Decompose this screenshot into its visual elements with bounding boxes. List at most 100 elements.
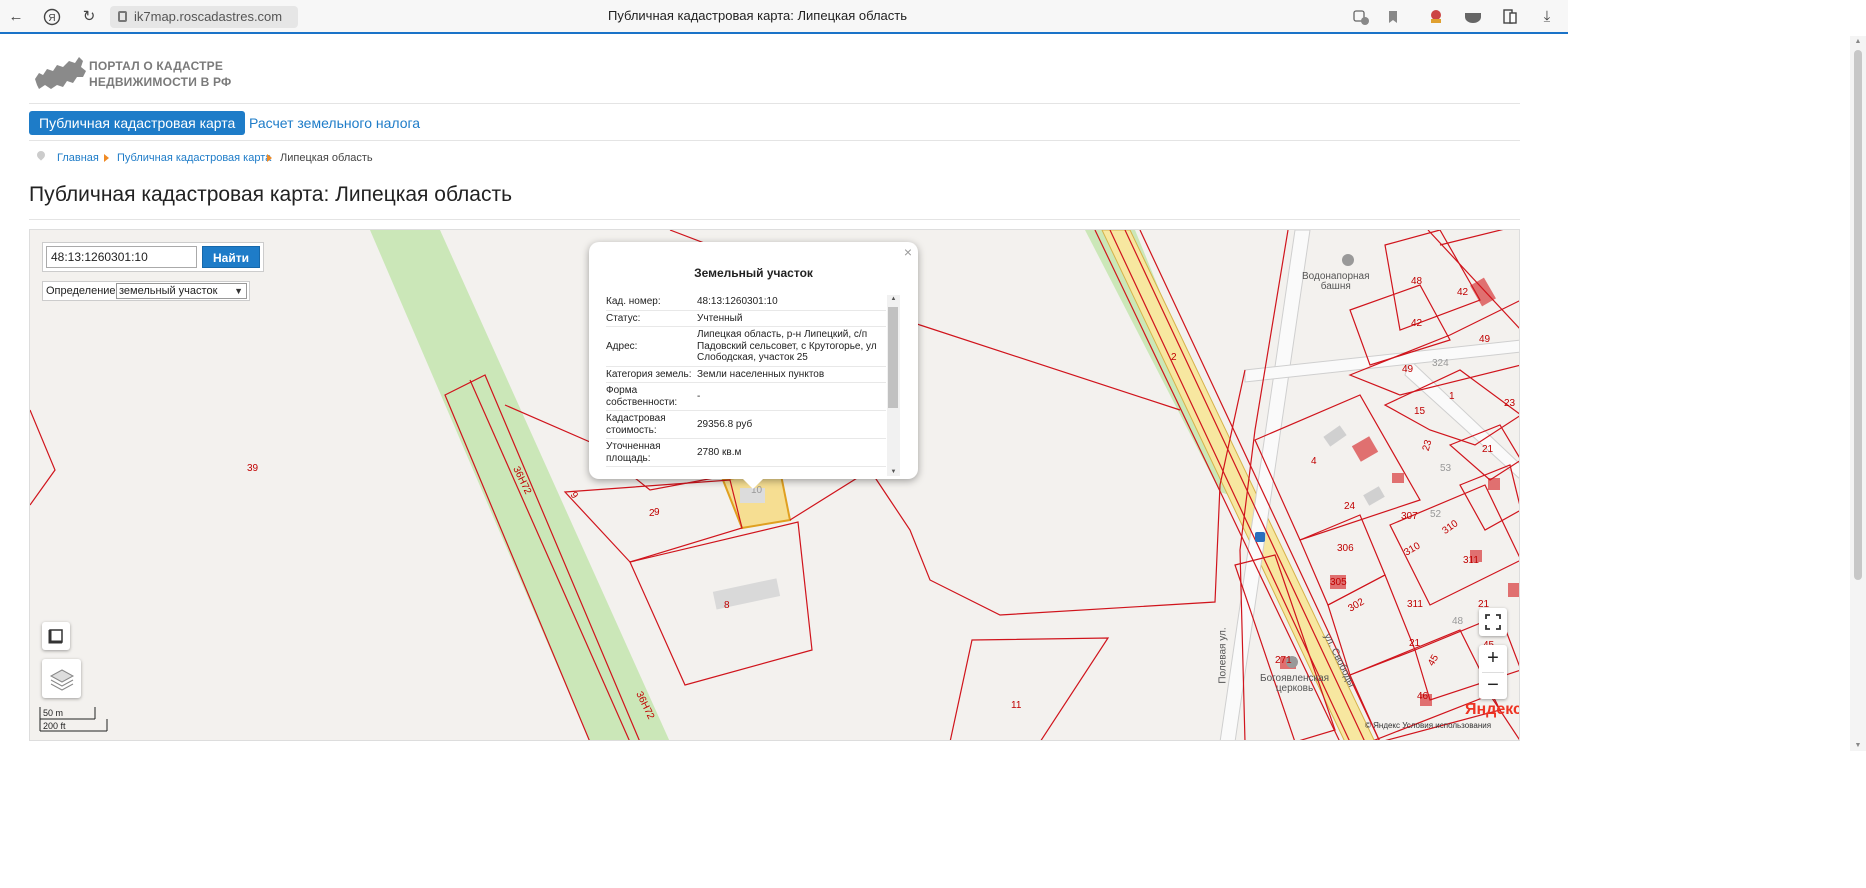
parcel-number: 4 (1311, 456, 1317, 467)
svg-text:Я: Я (48, 13, 55, 24)
cadastral-map[interactable]: 39 2 9 9 10 8 11 2 36Н72 36Н72 Водонапор… (29, 229, 1520, 741)
info-key: Кадастровая стоимость: (606, 413, 666, 436)
tower-marker (1342, 254, 1354, 266)
address-bar[interactable]: ik7map.roscadastres.com (110, 6, 298, 28)
parcel-number: 311 (1463, 555, 1479, 566)
yandex-browser-icon[interactable]: Я (43, 8, 61, 26)
building (1392, 473, 1404, 483)
zoom-in-icon[interactable]: + (1479, 645, 1507, 672)
pocket-icon[interactable] (1464, 8, 1482, 26)
parcel-number: 307 (1401, 511, 1418, 522)
collections-icon[interactable] (1501, 8, 1519, 26)
breadcrumb-separator-icon (104, 154, 109, 162)
parcel-number: 21 (1482, 444, 1494, 455)
parcel-number: 9 (654, 507, 660, 518)
parcel-number: 1 (1449, 391, 1455, 402)
parcel-number: 49 (1402, 364, 1414, 375)
parcel-number: 48 (1411, 276, 1423, 287)
nav-tab-cadastral-map[interactable]: Публичная кадастровая карта (29, 111, 246, 135)
info-key: Категория земель: (606, 368, 692, 380)
info-value: - (697, 390, 701, 402)
cadastral-number-input[interactable]: 48:13:1260301:10 (46, 246, 197, 268)
page-title: Публичная кадастровая карта: Липецкая об… (29, 183, 513, 206)
divider (29, 219, 1520, 220)
parcel-number: 42 (1411, 318, 1423, 329)
scroll-up-icon[interactable]: ▲ (1854, 38, 1862, 45)
notifications-icon[interactable] (1352, 8, 1370, 26)
back-arrow-icon[interactable]: ← (7, 8, 25, 26)
layers-button[interactable] (42, 659, 81, 698)
browser-toolbar: ← Я ↻ ik7map.roscadastres.com Публичная … (0, 0, 1568, 34)
info-key: Адрес: (606, 340, 638, 352)
divider (29, 140, 1520, 141)
scrollbar-thumb[interactable] (1854, 50, 1862, 580)
find-button[interactable]: Найти (202, 246, 260, 268)
parcel-number: 52 (1430, 509, 1442, 520)
url-text: ik7map.roscadastres.com (134, 9, 283, 24)
breadcrumb-home[interactable]: Главная (57, 152, 99, 164)
ruler-button[interactable] (42, 622, 70, 650)
extension-icon[interactable] (1427, 8, 1445, 26)
scroll-down-icon[interactable]: ▼ (1854, 742, 1862, 749)
parcel-number: 306 (1337, 543, 1354, 554)
definition-select[interactable]: земельный участок ▼ (116, 283, 247, 299)
breadcrumb-separator-icon (267, 154, 272, 162)
parcel-number: 21 (1409, 638, 1421, 649)
info-value: 29356.8 руб (697, 418, 753, 430)
street-label: Полевая ул. (1217, 627, 1229, 684)
scale-bar: 50 m 200 ft (39, 707, 109, 733)
scroll-up-icon[interactable]: ▲ (887, 296, 900, 302)
parcel-number: 15 (1414, 406, 1426, 417)
info-value: 2780 кв.м (697, 446, 742, 458)
building (1351, 436, 1379, 462)
close-icon[interactable]: × (904, 244, 912, 260)
parcel-number: 49 (1479, 334, 1491, 345)
parcel-number: 8 (724, 600, 730, 611)
parcel-number: 324 (1432, 358, 1449, 369)
logo-line-1: ПОРТАЛ О КАДАСТРЕ (89, 59, 224, 73)
parcel-number: 48 (1452, 616, 1464, 627)
bookmark-icon[interactable] (1384, 8, 1402, 26)
nav-tab-land-tax[interactable]: Расчет земельного налога (249, 111, 420, 135)
scale-feet: 200 ft (43, 721, 66, 731)
russia-map-logo-icon[interactable] (33, 55, 88, 93)
scrollbar-thumb[interactable] (888, 307, 898, 408)
fullscreen-button[interactable] (1479, 608, 1507, 636)
info-key: Уточненная площадь: (606, 441, 661, 464)
info-row: Адрес: Липецкая область, р-н Липецкий, с… (606, 327, 886, 367)
parcel-number: 42 (1457, 287, 1469, 298)
road-sign-icon (1255, 532, 1265, 542)
info-key: Кад. номер: (606, 296, 661, 307)
terms-link[interactable]: © Яндекс Условия использования (1365, 721, 1491, 730)
location-pin-icon (35, 149, 47, 161)
page-scrollbar[interactable]: ▲ ▼ (1850, 36, 1866, 751)
parcel-number: 24 (1344, 501, 1356, 512)
building (712, 578, 781, 610)
info-key: Форма собственности: (606, 385, 678, 408)
yandex-logo[interactable]: Яндекс (1465, 701, 1519, 719)
parcel-info-table: Кад. номер: 48:13:1260301:10 Статус: Учт… (606, 294, 886, 467)
building (1363, 486, 1385, 506)
parcel-number: 305 (1330, 577, 1347, 588)
info-row: Кадастровая стоимость: 29356.8 руб (606, 411, 886, 439)
portal-logo-text[interactable]: ПОРТАЛ О КАДАСТРЕ НЕДВИЖИМОСТИ В РФ (89, 58, 231, 90)
parcel-info-popup: × Земельный участок Кад. номер: 48:13:12… (589, 242, 918, 489)
parcel-number: 271 (1275, 655, 1292, 666)
breadcrumb-map[interactable]: Публичная кадастровая карта (117, 152, 271, 164)
zoom-out-icon[interactable]: − (1479, 672, 1507, 699)
ruler-icon (42, 622, 70, 650)
popup-title: Земельный участок (694, 266, 813, 280)
info-value: Земли населенных пунктов (697, 368, 825, 380)
popup-scrollbar[interactable]: ▲ ▼ (887, 295, 900, 476)
scale-meters: 50 m (43, 708, 64, 718)
download-icon[interactable]: ⤓ (1538, 8, 1556, 26)
scroll-down-icon[interactable]: ▼ (887, 469, 900, 475)
parcel-number: 11 (1011, 700, 1022, 711)
building (1323, 425, 1347, 447)
reload-icon[interactable]: ↻ (80, 8, 98, 26)
info-value: Липецкая область, р-н Липецкий, с/п Падо… (697, 329, 877, 363)
search-panel: 48:13:1260301:10 Найти (42, 242, 264, 272)
info-key: Статус: (606, 312, 641, 324)
logo-line-2: НЕДВИЖИМОСТИ В РФ (89, 75, 232, 89)
definition-label: Определение: (46, 285, 119, 297)
